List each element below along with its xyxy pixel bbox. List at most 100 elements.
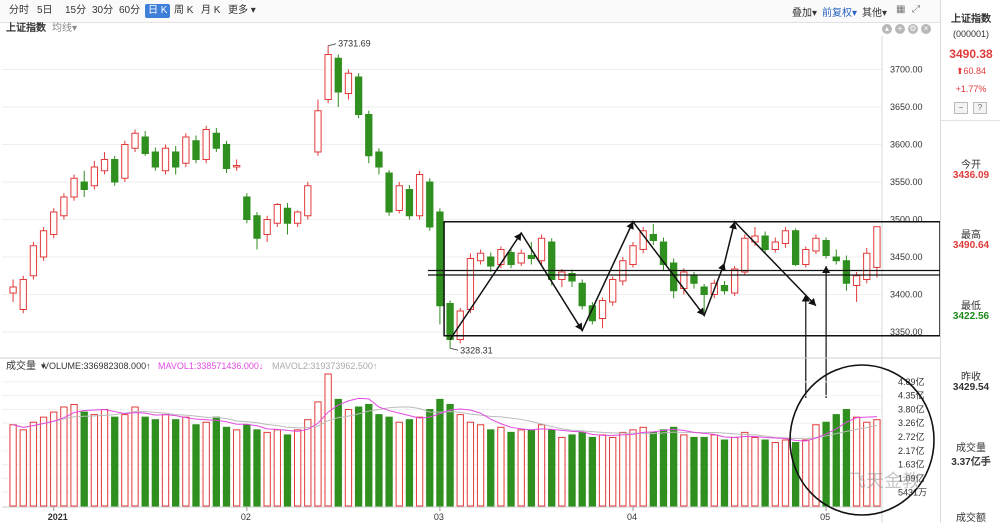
date-tick-label: 04: [627, 512, 637, 522]
candle-body: [822, 240, 830, 256]
volume-bar: [558, 436, 566, 507]
volume-bar: [100, 409, 109, 507]
candle: [9, 279, 17, 302]
candle-body: [293, 211, 302, 224]
volume-bar: [537, 424, 546, 507]
volume-bar: [771, 442, 779, 507]
high-value: 3490.64: [952, 240, 990, 251]
volume-bar: [263, 431, 271, 507]
date-tick-label: 02: [241, 512, 251, 522]
candle: [202, 125, 210, 164]
mavol1-value: MAVOL1:338571436.000↓: [158, 361, 263, 371]
candle: [537, 234, 546, 265]
candle-body: [873, 226, 881, 268]
candle: [243, 193, 251, 224]
candle-body: [273, 204, 281, 224]
candle-body: [212, 132, 220, 149]
candle: [334, 54, 342, 107]
candle: [771, 237, 779, 253]
candle-body: [791, 230, 800, 265]
price-tick-label: 3550.00: [890, 177, 923, 187]
volume-bar: [415, 416, 424, 507]
volume-bar: [233, 429, 241, 507]
volume-bar: [670, 426, 678, 507]
low-annotation: 3328.31: [460, 345, 493, 355]
candle-body: [466, 258, 475, 310]
candle-body: [670, 262, 678, 292]
low-value: 3422.56: [952, 311, 990, 322]
candle-body: [426, 181, 434, 228]
candle: [832, 249, 840, 265]
candle-body: [405, 189, 414, 217]
minus-button[interactable]: −: [954, 102, 968, 114]
low-label: 最低: [961, 301, 981, 312]
candle-body: [283, 207, 292, 224]
candle: [619, 257, 627, 286]
candle-body: [111, 159, 119, 183]
volume-bar: [50, 411, 58, 507]
volume-bar: [629, 429, 637, 507]
candle-body: [446, 303, 454, 340]
candle: [273, 203, 281, 227]
volume-bar: [517, 429, 525, 507]
volume-tick-label: 3.80亿: [898, 404, 925, 415]
candle-body: [842, 260, 851, 284]
candle: [50, 208, 58, 239]
volume-bar: [659, 429, 668, 507]
candle-body: [415, 174, 424, 217]
candle-body: [243, 196, 251, 220]
volume-bar: [405, 419, 414, 507]
volume-bar: [527, 429, 536, 507]
quote-name: 上证指数: [951, 14, 991, 25]
volume-bar: [548, 429, 556, 507]
candle: [852, 272, 861, 302]
candle-body: [548, 241, 556, 280]
volume-bar: [497, 426, 505, 507]
candle-body: [233, 165, 241, 168]
volume-bar: [863, 421, 871, 507]
volume-bar: [568, 434, 576, 507]
candle: [151, 147, 160, 171]
candle-body: [354, 76, 363, 115]
candle-body: [253, 215, 261, 239]
volume-bar: [283, 434, 292, 507]
volume-bar: [90, 414, 99, 507]
candle-body: [29, 245, 38, 277]
candle-body: [314, 110, 322, 153]
candle: [812, 234, 820, 254]
price-axis: 3350.003400.003450.003500.003550.003600.…: [890, 65, 923, 338]
candle: [263, 215, 271, 242]
candle: [172, 146, 180, 175]
candle-body: [720, 285, 729, 292]
candle-body: [690, 275, 698, 284]
candle: [781, 227, 790, 248]
high-label: 最高: [961, 230, 981, 241]
candle: [436, 208, 444, 325]
help-button[interactable]: ?: [973, 102, 987, 114]
candle-body: [507, 252, 515, 265]
volume-bar: [598, 434, 607, 507]
candle: [293, 210, 302, 227]
volume-tick-label: 2.17亿: [898, 445, 925, 456]
candle-body: [182, 136, 190, 164]
quote-panel: 上证指数 (000001) 3490.38 ⬆60.84 +1.77% − ? …: [940, 0, 1000, 524]
candle-body: [395, 185, 403, 211]
candle: [111, 155, 119, 186]
volume-bar: [487, 429, 495, 507]
candle: [344, 69, 353, 100]
user-drawings: [427, 220, 940, 398]
candle-body: [517, 252, 525, 264]
annotation-arrow: [449, 347, 459, 351]
candle-body: [802, 249, 810, 265]
price-tick-label: 3650.00: [890, 102, 923, 112]
kline-chart: 3350.003400.003450.003500.003550.003600.…: [0, 36, 940, 523]
candle: [598, 297, 607, 329]
candle: [100, 152, 109, 175]
candle-body: [537, 237, 546, 262]
candle: [558, 269, 566, 287]
candle: [60, 193, 68, 220]
price-tick-label: 3600.00: [890, 140, 923, 150]
volume-bar: [39, 416, 48, 507]
watermark-text: 飞天金教: [848, 471, 920, 491]
volume-bar: [436, 398, 444, 507]
